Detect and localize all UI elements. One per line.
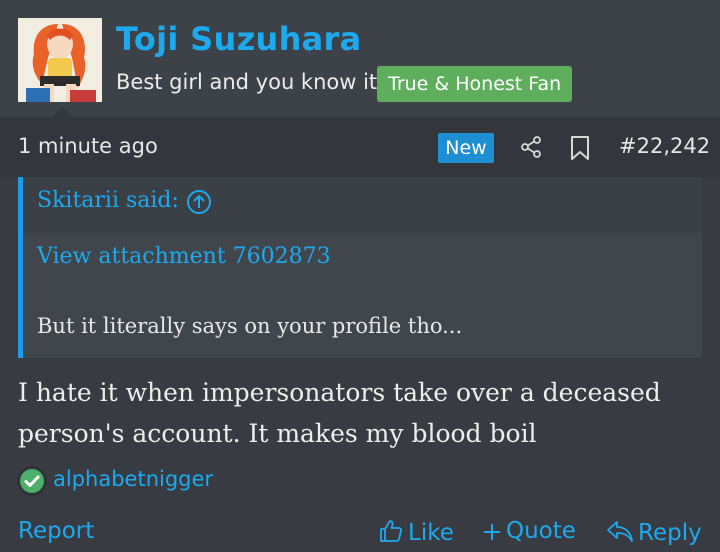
reply-label: Reply [638,520,702,546]
jump-to-quote-icon[interactable] [186,189,212,215]
new-badge: New [438,133,494,163]
check-circle-icon [17,466,47,496]
reply-button[interactable]: Reply [606,518,702,546]
report-link[interactable]: Report [18,518,94,544]
like-label: Like [408,520,454,546]
post-message: I hate it when impersonators take over a… [18,372,708,454]
post-number[interactable]: #22,242 [619,134,710,158]
message-line: I hate it when impersonators take over a… [18,378,661,407]
user-banner: True & Honest Fan [377,66,573,102]
quote-author-link[interactable]: Skitarii said: [37,188,179,213]
user-avatar[interactable] [18,18,102,102]
post-timestamp[interactable]: 1 minute ago [18,134,158,158]
avatar-illustration [18,18,102,102]
quote-block: Skitarii said: View attachment 7602873 B… [18,177,702,358]
thumbs-up-icon [380,520,403,542]
quote-label: Quote [506,518,576,544]
post-author-name[interactable]: Toji Suzuhara [116,20,362,58]
attachment-link[interactable]: View attachment 7602873 [37,244,331,269]
quote-text: But it literally says on your profile th… [37,314,463,338]
user-title: Best girl and you know it [116,70,378,94]
share-icon[interactable] [519,135,543,159]
post-header [0,0,720,117]
reaction-user-link[interactable]: alphabetnigger [53,467,213,491]
bookmark-icon[interactable] [569,135,591,161]
avatar-pointer [52,107,72,117]
reply-arrow-icon [607,521,633,542]
plus-icon [484,524,500,540]
message-line: person's account. It makes my blood boil [18,419,537,448]
like-button[interactable]: Like [378,518,454,546]
quote-button[interactable]: Quote [482,518,576,544]
